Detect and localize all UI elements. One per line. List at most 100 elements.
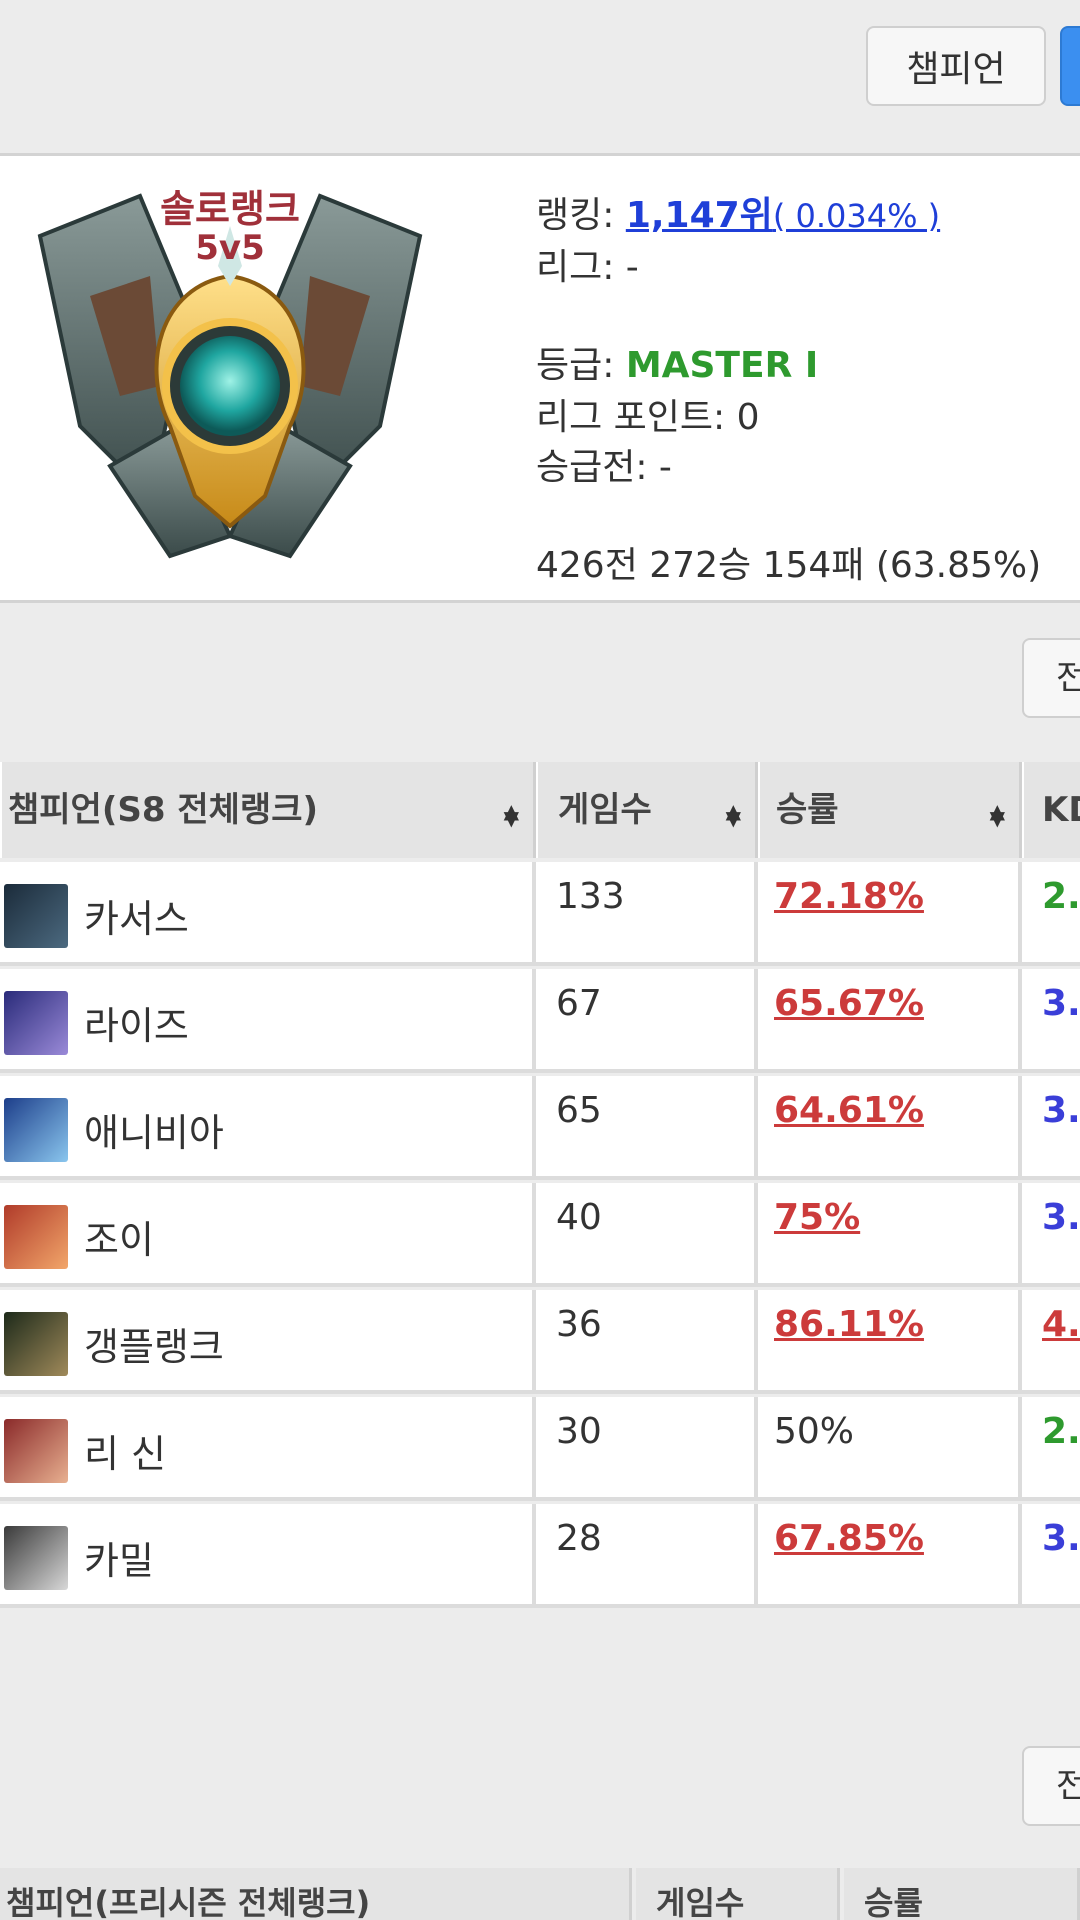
kda-value: 2.3	[1042, 1411, 1080, 1452]
table-row: 라이즈 67 65.67% 3.0	[0, 969, 1080, 1073]
sort-icon[interactable]: ▲ ▼	[990, 776, 1005, 828]
league-line: 리그: -	[536, 247, 639, 288]
champion-cell: 애니비아	[0, 1076, 536, 1176]
winrate-cell: 72.18%	[758, 862, 1022, 962]
kda-value: 2.7	[1042, 876, 1080, 917]
champion-cell: 리 신	[0, 1397, 536, 1497]
kda-cell: 3.3	[1022, 1076, 1080, 1176]
champion-avatar-icon	[4, 1205, 68, 1269]
champion-avatar-icon	[4, 1419, 68, 1483]
kda-value: 3.3	[1042, 1090, 1080, 1131]
champion-cell: 갱플랭크	[0, 1290, 536, 1390]
kda-cell: 4.5	[1022, 1290, 1080, 1390]
table-row: 카서스 133 72.18% 2.7	[0, 862, 1080, 966]
filter-button[interactable]: 전	[1022, 638, 1080, 718]
games-cell: 28	[536, 1504, 758, 1604]
games-count: 36	[556, 1304, 602, 1345]
winrate-cell: 75%	[758, 1183, 1022, 1283]
games-cell: 30	[536, 1397, 758, 1497]
champion-name: 카서스	[84, 897, 189, 941]
winrate-cell: 86.11%	[758, 1290, 1022, 1390]
games-cell: 67	[536, 969, 758, 1069]
tier-line: 등급: MASTER I	[536, 336, 818, 388]
record-line: 426전 272승 154패 (63.85%)	[536, 545, 1042, 586]
panel-divider	[0, 600, 1080, 603]
champion-name: 라이즈	[84, 1004, 189, 1048]
champion-avatar-icon	[4, 884, 68, 948]
rank-profile-panel: 솔로랭크 5v5 랭킹: 1,147위( 0.034% ) 리그: - 등급: …	[0, 156, 1080, 600]
champion-avatar-icon	[4, 1098, 68, 1162]
kda-value: 3.3	[1042, 1518, 1080, 1559]
header-champion[interactable]: 챔피언(S8 전체랭크) ▲ ▼	[0, 762, 536, 858]
games-count: 133	[556, 876, 625, 917]
winrate-cell: 67.85%	[758, 1504, 1022, 1604]
table-row: 카밀 28 67.85% 3.3	[0, 1504, 1080, 1608]
winrate-value[interactable]: 75%	[774, 1197, 860, 1238]
games-cell: 40	[536, 1183, 758, 1283]
header-champion-label: 챔피언(S8 전체랭크)	[8, 790, 319, 830]
ranking-percent-link[interactable]: ( 0.034% )	[773, 197, 940, 235]
promo-line: 승급전: -	[536, 447, 672, 488]
games-count: 65	[556, 1090, 602, 1131]
ranking-label: 랭킹:	[536, 195, 626, 236]
master-emblem: 솔로랭크 5v5	[20, 166, 440, 586]
champion-cell: 라이즈	[0, 969, 536, 1069]
winrate-value[interactable]: 67.85%	[774, 1518, 924, 1559]
winrate-cell: 65.67%	[758, 969, 1022, 1069]
header-winrate-label: 승률	[776, 790, 839, 830]
champion-name: 조이	[84, 1218, 154, 1262]
games-cell: 36	[536, 1290, 758, 1390]
winrate-value[interactable]: 72.18%	[774, 876, 924, 917]
tier-value: MASTER I	[625, 345, 819, 386]
sort-icon[interactable]: ▲ ▼	[504, 776, 519, 828]
champion-avatar-icon	[4, 1312, 68, 1376]
bottom-header-champion[interactable]: 챔피언(프리시즌 전체랭크)	[0, 1868, 632, 1920]
header-winrate[interactable]: 승률 ▲ ▼	[758, 762, 1022, 858]
games-count: 40	[556, 1197, 602, 1238]
header-kda-label: KD	[1042, 790, 1080, 830]
winrate-value[interactable]: 86.11%	[774, 1304, 924, 1345]
kda-value: 3.9	[1042, 1197, 1080, 1238]
sort-icon[interactable]: ▲ ▼	[726, 776, 741, 828]
emblem-title: 솔로랭크	[160, 187, 300, 231]
table-row: 조이 40 75% 3.9	[0, 1183, 1080, 1287]
header-games[interactable]: 게임수 ▲ ▼	[536, 762, 758, 858]
table-row: 리 신 30 50% 2.3	[0, 1397, 1080, 1501]
winrate-value[interactable]: 64.61%	[774, 1090, 924, 1131]
games-count: 67	[556, 983, 602, 1024]
games-cell: 133	[536, 862, 758, 962]
ranking-link[interactable]: 1,147위	[626, 195, 773, 236]
champion-avatar-icon	[4, 991, 68, 1055]
champion-cell: 조이	[0, 1183, 536, 1283]
table-row: 갱플랭크 36 86.11% 4.5	[0, 1290, 1080, 1394]
champion-avatar-icon	[4, 1526, 68, 1590]
league-points-line: 리그 포인트: 0	[536, 397, 760, 438]
emblem-subtitle: 5v5	[195, 228, 265, 268]
filter-button-2[interactable]: 전	[1022, 1746, 1080, 1826]
header-kda[interactable]: KD	[1022, 762, 1080, 858]
ranking-line: 랭킹: 1,147위( 0.034% )	[536, 186, 940, 238]
kda-cell: 3.9	[1022, 1183, 1080, 1283]
champion-cell: 카서스	[0, 862, 536, 962]
bottom-header-winrate[interactable]: 승률	[844, 1868, 1080, 1920]
winrate-value[interactable]: 65.67%	[774, 983, 924, 1024]
kda-cell: 3.0	[1022, 969, 1080, 1069]
header-games-label: 게임수	[558, 790, 652, 830]
bottom-header-games[interactable]: 게임수	[636, 1868, 840, 1920]
kda-cell: 2.3	[1022, 1397, 1080, 1497]
kda-value: 4.5	[1042, 1304, 1080, 1345]
champion-name: 갱플랭크	[84, 1325, 224, 1369]
champion-tab-button[interactable]: 챔피언	[866, 26, 1046, 106]
champion-name: 리 신	[84, 1432, 166, 1476]
champion-cell: 카밀	[0, 1504, 536, 1604]
games-count: 30	[556, 1411, 602, 1452]
games-count: 28	[556, 1518, 602, 1559]
tier-label: 등급:	[536, 345, 626, 386]
winrate-cell: 50%	[758, 1397, 1022, 1497]
champion-name: 카밀	[84, 1539, 154, 1583]
active-tab-button[interactable]	[1060, 26, 1080, 106]
winrate-cell: 64.61%	[758, 1076, 1022, 1176]
games-cell: 65	[536, 1076, 758, 1176]
champion-name: 애니비아	[84, 1111, 224, 1155]
winrate-value[interactable]: 50%	[774, 1411, 854, 1452]
